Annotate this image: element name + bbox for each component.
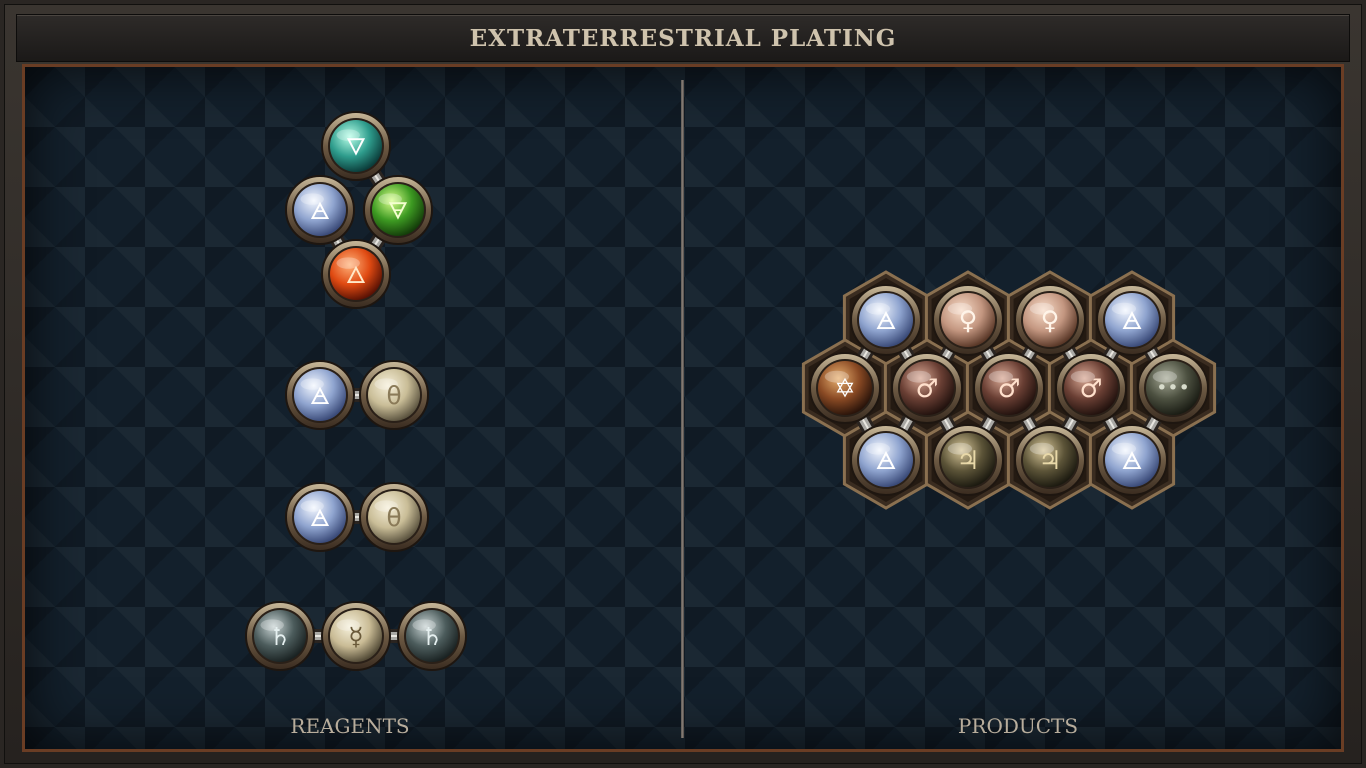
reagents-label: REAGENTS	[290, 714, 410, 738]
atom-glyph: •••	[1156, 377, 1189, 399]
atom-iron: ♂	[1055, 352, 1127, 424]
atom-glyph: ♀	[1041, 306, 1060, 336]
reagents-panel: 🜄🜁 🜃🜂🜁 θ🜁 θ♄ ☿ ♄	[245, 111, 467, 671]
atom-tin: ♃	[1014, 424, 1086, 496]
reagent-elements: 🜄 🜁 🜃 🜂	[285, 111, 433, 309]
atom-glyph: ♄	[421, 622, 443, 651]
atom-lead: ♄	[245, 601, 315, 671]
atom-vitae: θ	[359, 360, 429, 430]
atom-salt: 🜁	[1096, 284, 1168, 356]
atom-salt: 🜁	[285, 360, 355, 430]
atom-dark: •••	[1137, 352, 1209, 424]
atom-vitae: θ	[359, 482, 429, 552]
atom-glyph: 🜁	[1121, 446, 1142, 475]
atom-glyph: 🜁	[310, 382, 330, 410]
atom-glyph: 🜃	[388, 197, 408, 225]
product-extraterrestrial-plating: 🜁 ♀ ♀ 🜁 ✡ ♂ ♂ ♂ ••• 🜁 ♃ ♃ 🜁	[801, 270, 1217, 510]
products-label: PRODUCTS	[957, 714, 1079, 738]
atom-glyph: 🜄	[346, 133, 366, 161]
atom-glyph: 🜁	[310, 504, 330, 532]
atom-glyph: 🜁	[1121, 306, 1142, 335]
atom-glyph: ♃	[957, 446, 980, 476]
products-panel: 🜁 ♀ ♀ 🜁 ✡ ♂ ♂ ♂ ••• 🜁 ♃ ♃ 🜁	[801, 270, 1217, 510]
atom-iron: ♂	[891, 352, 963, 424]
atom-glyph: θ	[386, 503, 401, 532]
reagent-salt-vitae-2: 🜁 θ	[285, 482, 429, 552]
atom-tin: ♃	[932, 424, 1004, 496]
atom-glyph: 🜂	[346, 261, 366, 289]
atom-earth: 🜃	[363, 175, 433, 245]
atom-salt: 🜁	[850, 284, 922, 356]
atom-glyph: θ	[386, 381, 401, 410]
atom-salt: 🜁	[850, 424, 922, 496]
atom-salt: 🜁	[285, 175, 355, 245]
atom-copper: ♀	[1014, 284, 1086, 356]
atom-quintessence: ✡	[809, 352, 881, 424]
atom-fire: 🜂	[321, 239, 391, 309]
atom-glyph: ☿	[348, 622, 363, 651]
atom-salt: 🜁	[285, 482, 355, 552]
atom-glyph: 🜁	[875, 306, 896, 335]
atom-salt: 🜁	[1096, 424, 1168, 496]
atom-glyph: ♀	[959, 306, 978, 336]
atom-glyph: ✡	[834, 374, 855, 404]
atom-glyph: ♄	[269, 622, 291, 651]
atom-iron: ♂	[973, 352, 1045, 424]
reagent-salt-vitae-1: 🜁 θ	[285, 360, 429, 430]
atom-glyph: 🜁	[875, 446, 896, 475]
atom-glyph: 🜁	[310, 197, 330, 225]
molecule-canvas: 🜄🜁 🜃🜂🜁 θ🜁 θ♄ ☿ ♄ 🜁 ♀ ♀ 🜁✡ ♂ ♂ ♂ •••🜁 ♃ ♃ 🜁	[245, 111, 1217, 671]
atom-glyph: ♂	[916, 374, 939, 404]
atom-copper: ♀	[932, 284, 1004, 356]
atom-quicksilver: ☿	[321, 601, 391, 671]
atom-glyph: ♂	[998, 374, 1021, 404]
atom-lead: ♄	[397, 601, 467, 671]
reagent-lead-quicksilver: ♄ ☿ ♄	[245, 601, 467, 671]
atom-glyph: ♂	[1080, 374, 1103, 404]
atom-water: 🜄	[321, 111, 391, 181]
atom-glyph: ♃	[1039, 446, 1062, 476]
